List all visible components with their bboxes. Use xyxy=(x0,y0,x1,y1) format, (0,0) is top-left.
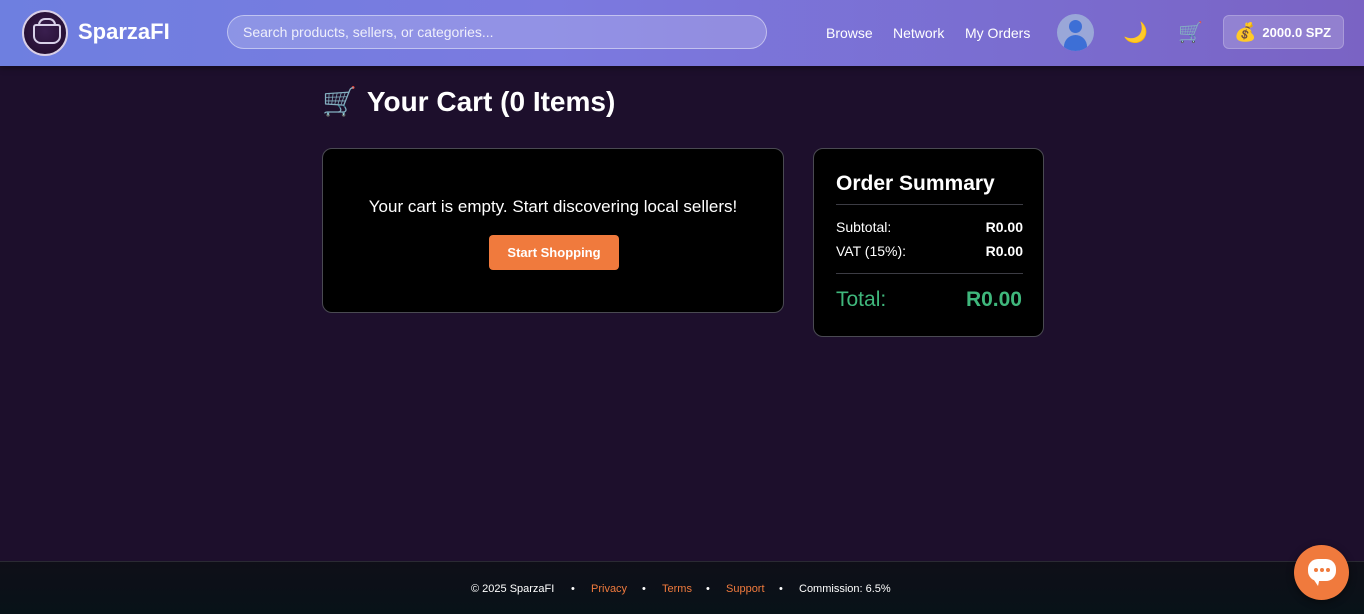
start-shopping-button[interactable]: Start Shopping xyxy=(489,235,619,270)
chat-icon-tail xyxy=(1312,577,1320,586)
footer-support-link[interactable]: Support xyxy=(726,583,765,595)
subtotal-row: Subtotal: R0.00 xyxy=(836,219,1023,235)
cart-icon[interactable]: 🛒 xyxy=(1178,20,1203,45)
user-avatar-icon[interactable] xyxy=(1057,14,1094,51)
wallet-balance: 2000.0 SPZ xyxy=(1262,24,1332,40)
vat-row: VAT (15%): R0.00 xyxy=(836,243,1023,259)
order-summary-title: Order Summary xyxy=(836,172,995,195)
subtotal-value: R0.00 xyxy=(985,219,1023,235)
footer-separator: • xyxy=(779,583,783,595)
nav-network[interactable]: Network xyxy=(893,25,944,41)
top-header: SparzaFI Browse Network My Orders 🌙 🛒 💰 … xyxy=(0,0,1364,66)
footer-commission: Commission: 6.5% xyxy=(799,583,891,595)
search-input[interactable] xyxy=(227,15,767,49)
footer: © 2025 SparzaFI • Privacy • Terms • Supp… xyxy=(0,561,1364,614)
wallet-balance-button[interactable]: 💰 2000.0 SPZ xyxy=(1223,15,1344,49)
avatar-body xyxy=(1064,35,1087,51)
money-bag-icon: 💰 xyxy=(1234,21,1257,42)
page-title: 🛒 Your Cart (0 Items) xyxy=(322,85,615,118)
chat-icon-dot xyxy=(1314,568,1318,572)
order-summary-panel: Order Summary Subtotal: R0.00 VAT (15%):… xyxy=(813,148,1044,337)
avatar-head xyxy=(1069,20,1082,33)
logo[interactable] xyxy=(22,10,68,56)
footer-separator: • xyxy=(642,583,646,595)
chat-button[interactable] xyxy=(1294,545,1349,600)
subtotal-label: Subtotal: xyxy=(836,219,892,235)
vat-label: VAT (15%): xyxy=(836,243,907,259)
moon-icon[interactable]: 🌙 xyxy=(1123,20,1148,45)
summary-divider xyxy=(836,273,1023,274)
nav-browse[interactable]: Browse xyxy=(826,25,873,41)
nav-my-orders[interactable]: My Orders xyxy=(965,25,1030,41)
footer-separator: • xyxy=(706,583,710,595)
total-label: Total: xyxy=(836,288,887,311)
footer-separator: • xyxy=(571,583,575,595)
page-title-text: Your Cart (0 Items) xyxy=(366,85,616,117)
footer-privacy-link[interactable]: Privacy xyxy=(591,583,627,595)
total-value: R0.00 xyxy=(965,288,1022,311)
empty-cart-message: Your cart is empty. Start discovering lo… xyxy=(368,197,738,216)
logo-icon xyxy=(22,10,68,56)
chat-icon-dot xyxy=(1326,568,1330,572)
chat-icon-dot xyxy=(1320,568,1324,572)
cart-panel: Your cart is empty. Start discovering lo… xyxy=(322,148,784,313)
vat-value: R0.00 xyxy=(985,243,1023,259)
footer-terms-link[interactable]: Terms xyxy=(662,583,692,595)
footer-copyright: © 2025 SparzaFI xyxy=(471,583,555,595)
cart-title-icon: 🛒 xyxy=(322,86,357,117)
brand-name[interactable]: SparzaFI xyxy=(78,19,170,45)
summary-divider xyxy=(836,204,1023,205)
